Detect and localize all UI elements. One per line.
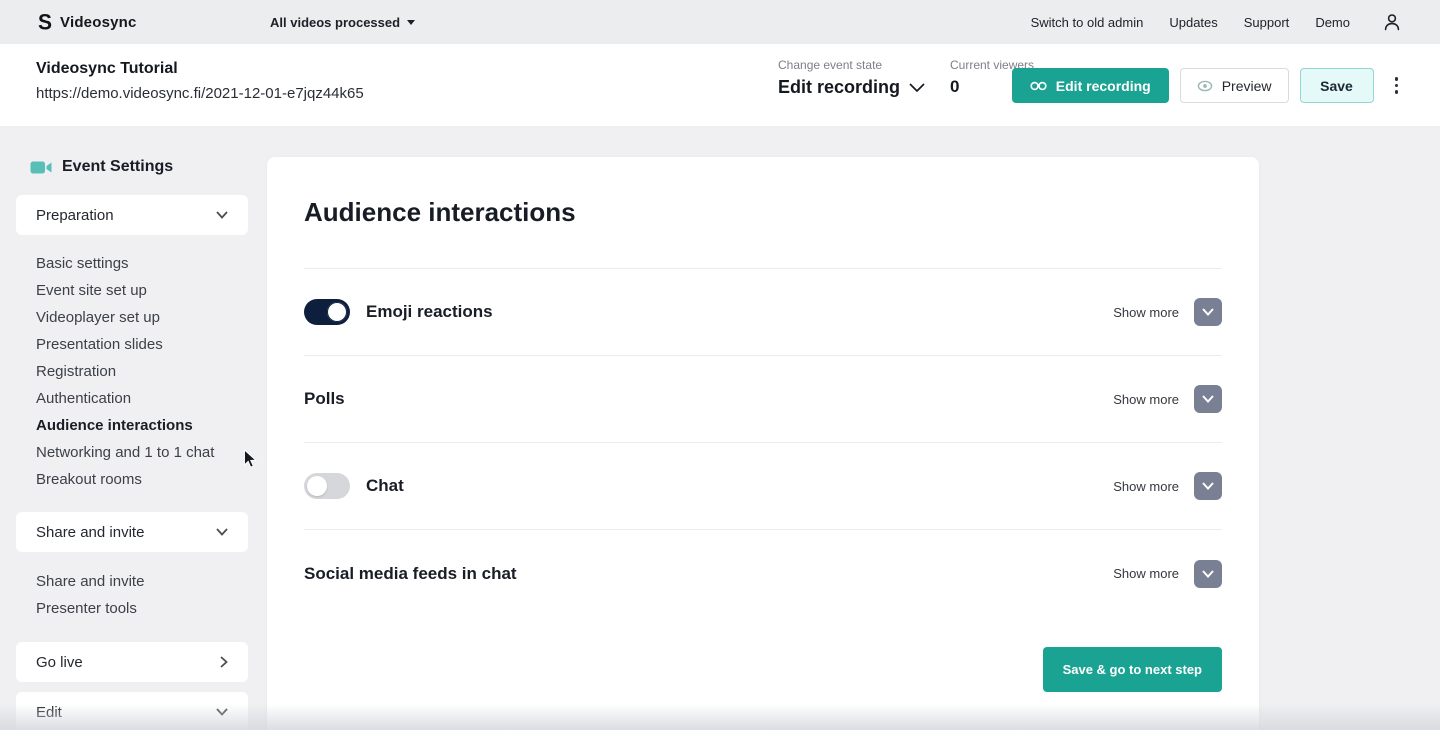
videosync-logo-icon: S (38, 11, 52, 33)
edit-recording-button[interactable]: Edit recording (1012, 68, 1169, 103)
expand-chevron-button[interactable] (1194, 472, 1222, 500)
feature-row-emoji-reactions: Emoji reactions Show more (304, 269, 1222, 356)
sidebar-item-videoplayer-set-up[interactable]: Videoplayer set up (36, 304, 248, 331)
feature-label: Social media feeds in chat (304, 564, 517, 584)
sidebar-item-breakout-rooms[interactable]: Breakout rooms (36, 466, 248, 493)
preparation-label: Preparation (36, 207, 114, 224)
event-settings-title: Event Settings (62, 158, 173, 176)
show-more-link[interactable]: Show more (1113, 305, 1179, 320)
share-items: Share and invite Presenter tools (36, 568, 248, 622)
sidebar-section-edit[interactable]: Edit (16, 692, 248, 730)
chat-toggle[interactable] (304, 473, 350, 499)
expand-chevron-button[interactable] (1194, 298, 1222, 326)
sidebar-item-presenter-tools[interactable]: Presenter tools (36, 595, 248, 622)
event-title: Videosync Tutorial (36, 60, 364, 78)
save-button[interactable]: Save (1300, 68, 1374, 103)
sidebar-section-preparation[interactable]: Preparation (16, 195, 248, 235)
chevron-down-icon (1202, 395, 1214, 403)
sidebar-item-basic-settings[interactable]: Basic settings (36, 250, 248, 277)
chevron-right-icon (220, 656, 228, 668)
videos-processed-dropdown[interactable]: All videos processed (270, 0, 415, 44)
event-settings-heading: Event Settings (30, 158, 248, 176)
chevron-down-icon (216, 211, 228, 219)
sidebar-item-registration[interactable]: Registration (36, 358, 248, 385)
event-header: Videosync Tutorial https://demo.videosyn… (0, 44, 1440, 126)
card-footer: Save & go to next step (304, 647, 1222, 692)
sidebar-item-authentication[interactable]: Authentication (36, 385, 248, 412)
feature-label: Polls (304, 389, 345, 409)
sidebar-item-event-site-set-up[interactable]: Event site set up (36, 277, 248, 304)
save-and-next-step-button[interactable]: Save & go to next step (1043, 647, 1222, 692)
page-title: Audience interactions (304, 197, 1222, 228)
more-options-kebab-icon[interactable] (1389, 73, 1405, 98)
expand-chevron-button[interactable] (1194, 385, 1222, 413)
show-more-link[interactable]: Show more (1113, 566, 1179, 581)
show-more-link[interactable]: Show more (1113, 479, 1179, 494)
preview-button-label: Preview (1222, 78, 1272, 94)
audience-interactions-panel: Audience interactions Emoji reactions Sh… (267, 157, 1259, 730)
chevron-down-icon (1202, 308, 1214, 316)
expand-chevron-button[interactable] (1194, 560, 1222, 588)
feature-label: Chat (366, 476, 404, 496)
videosync-logo[interactable]: S Videosync (38, 12, 137, 33)
user-account-icon[interactable] (1382, 12, 1402, 32)
event-state-label: Change event state (778, 58, 950, 72)
emoji-reactions-toggle[interactable] (304, 299, 350, 325)
chevron-down-icon (1202, 570, 1214, 578)
link-icon (1030, 81, 1047, 91)
feature-label: Emoji reactions (366, 302, 493, 322)
share-and-invite-label: Share and invite (36, 524, 144, 541)
link-updates[interactable]: Updates (1169, 15, 1217, 30)
sidebar-item-share-and-invite[interactable]: Share and invite (36, 568, 248, 595)
feature-row-polls: Polls Show more (304, 356, 1222, 443)
chevron-down-icon (1202, 482, 1214, 490)
videos-processed-label: All videos processed (270, 15, 400, 30)
topbar-links: Switch to old admin Updates Support Demo (1031, 12, 1402, 32)
video-camera-icon (30, 160, 52, 175)
link-support[interactable]: Support (1244, 15, 1290, 30)
link-demo[interactable]: Demo (1315, 15, 1350, 30)
edit-label: Edit (36, 704, 62, 721)
header-buttons: Edit recording Preview Save (1012, 68, 1404, 103)
event-state-value: Edit recording (778, 77, 900, 98)
content-area: Event Settings Preparation Basic setting… (0, 126, 1440, 730)
event-info: Videosync Tutorial https://demo.videosyn… (36, 60, 364, 102)
event-url[interactable]: https://demo.videosync.fi/2021-12-01-e7j… (36, 85, 364, 102)
chevron-down-icon (216, 708, 228, 716)
event-state-dropdown[interactable]: Edit recording (778, 77, 950, 98)
preparation-items: Basic settings Event site set up Videopl… (36, 250, 248, 493)
edit-recording-button-label: Edit recording (1056, 78, 1151, 94)
videosync-logo-text: Videosync (60, 14, 137, 31)
sidebar-item-networking-1to1-chat[interactable]: Networking and 1 to 1 chat (36, 439, 248, 466)
chevron-down-icon (909, 83, 925, 92)
preview-button[interactable]: Preview (1180, 68, 1289, 103)
settings-sidebar: Event Settings Preparation Basic setting… (16, 126, 248, 730)
feature-row-chat: Chat Show more (304, 443, 1222, 530)
sidebar-section-share-and-invite[interactable]: Share and invite (16, 512, 248, 552)
link-switch-old-admin[interactable]: Switch to old admin (1031, 15, 1144, 30)
sidebar-item-presentation-slides[interactable]: Presentation slides (36, 331, 248, 358)
chevron-down-icon (216, 528, 228, 536)
eye-icon (1197, 80, 1213, 92)
go-live-label: Go live (36, 654, 83, 671)
sidebar-section-go-live[interactable]: Go live (16, 642, 248, 682)
save-button-label: Save (1320, 78, 1353, 94)
show-more-link[interactable]: Show more (1113, 392, 1179, 407)
caret-down-icon (407, 20, 415, 25)
event-state-block: Change event state Edit recording (778, 58, 950, 98)
top-navigation-bar: S Videosync All videos processed Switch … (0, 0, 1440, 44)
sidebar-item-audience-interactions[interactable]: Audience interactions (36, 412, 248, 439)
feature-row-social-media-feeds: Social media feeds in chat Show more (304, 530, 1222, 617)
